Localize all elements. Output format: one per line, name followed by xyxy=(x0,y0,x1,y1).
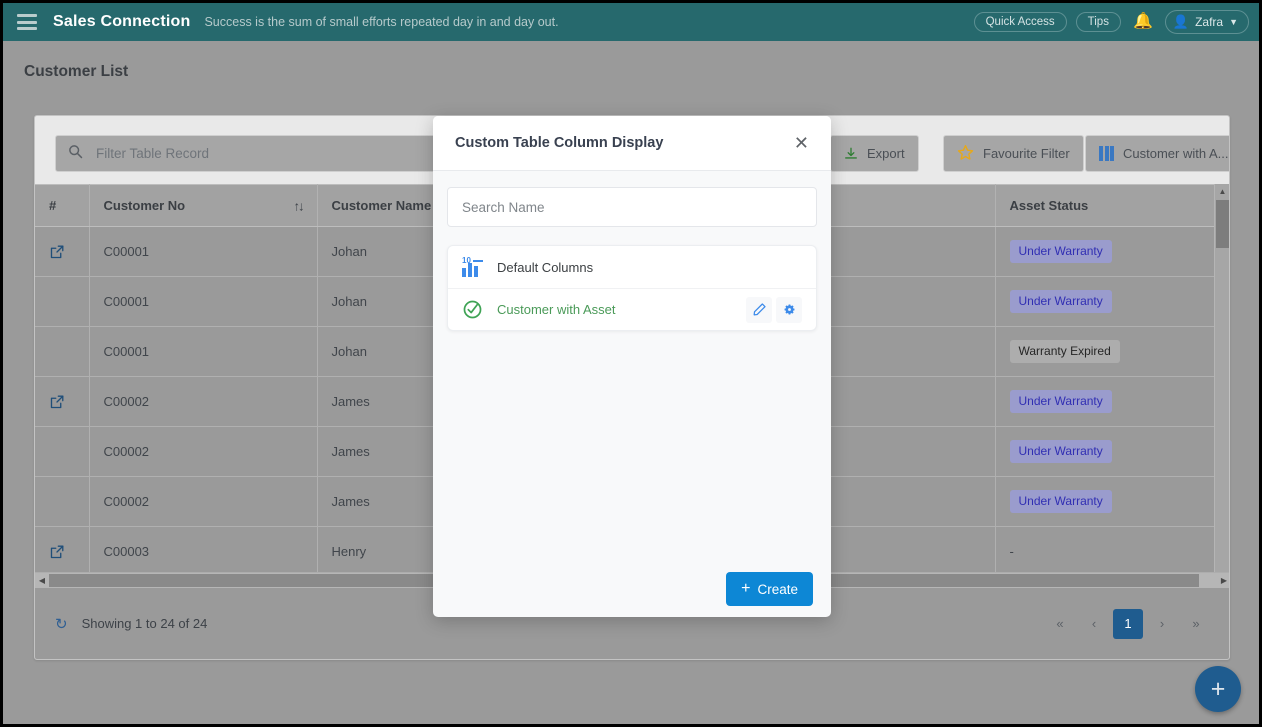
table-vertical-scrollbar[interactable]: ▲ ▼ xyxy=(1214,184,1229,590)
open-external-icon[interactable] xyxy=(49,544,75,560)
search-name-placeholder: Search Name xyxy=(462,199,545,215)
star-icon xyxy=(957,144,974,164)
cell-customer-no: C00001 xyxy=(89,226,318,277)
bar-chart-10-icon: 10 xyxy=(462,256,483,277)
list-item-label: Default Columns xyxy=(497,259,594,275)
refresh-icon[interactable]: ↻ xyxy=(55,615,68,633)
showing-records-label: Showing 1 to 24 of 24 xyxy=(81,616,208,631)
quick-access-button[interactable]: Quick Access xyxy=(973,12,1067,32)
cell-asset-status: Under Warranty xyxy=(995,226,1229,277)
create-button[interactable]: + Create xyxy=(726,572,813,606)
page-title: Customer List xyxy=(24,63,129,80)
columns-icon xyxy=(1099,146,1114,161)
cell-asset-status: Under Warranty xyxy=(995,476,1229,527)
status-badge: Under Warranty xyxy=(1009,390,1112,413)
pager-next[interactable]: › xyxy=(1147,609,1177,639)
cell-customer-no: C00001 xyxy=(89,276,318,327)
favourite-filter-button[interactable]: Favourite Filter xyxy=(943,135,1084,172)
row-open-cell[interactable] xyxy=(35,376,90,427)
open-external-icon[interactable] xyxy=(49,394,75,410)
cell-customer-no: C00002 xyxy=(89,476,318,527)
export-button[interactable]: Export xyxy=(830,135,919,172)
tips-button[interactable]: Tips xyxy=(1075,12,1121,32)
add-record-fab-button[interactable]: + xyxy=(1195,666,1241,712)
cell-asset-status: - xyxy=(995,526,1229,577)
cell-customer-no: C00002 xyxy=(89,376,318,427)
open-external-icon[interactable] xyxy=(49,244,75,260)
col-header-customer-no[interactable]: Customer No ↑↓ xyxy=(89,184,318,227)
status-badge: Under Warranty xyxy=(1009,440,1112,463)
cell-asset-status: Under Warranty xyxy=(995,376,1229,427)
row-open-cell[interactable] xyxy=(35,526,90,577)
user-name-label: Zafra xyxy=(1195,15,1224,29)
export-label: Export xyxy=(867,146,905,161)
edit-icon[interactable] xyxy=(746,296,772,323)
scroll-left-arrow-icon[interactable]: ◀ xyxy=(35,573,49,589)
hamburger-menu-icon[interactable] xyxy=(17,14,37,30)
status-badge: Warranty Expired xyxy=(1009,340,1120,363)
modal-body: Search Name 10 Default Columns Customer … xyxy=(433,171,831,331)
column-display-button[interactable]: Customer with A... xyxy=(1085,135,1229,172)
row-open-cell xyxy=(35,476,90,527)
plus-icon: + xyxy=(1210,674,1226,703)
search-name-input[interactable]: Search Name xyxy=(447,187,817,227)
scroll-right-arrow-icon[interactable]: ▶ xyxy=(1217,573,1229,589)
modal-title: Custom Table Column Display xyxy=(455,135,664,151)
settings-gear-icon[interactable] xyxy=(776,296,802,323)
list-item-default-columns[interactable]: 10 Default Columns xyxy=(448,246,816,288)
app-tagline: Success is the sum of small efforts repe… xyxy=(204,15,559,29)
create-button-label: Create xyxy=(757,581,798,597)
pager-first[interactable]: « xyxy=(1045,609,1075,639)
notification-bell-icon[interactable]: 🔔 xyxy=(1130,14,1156,30)
row-open-cell xyxy=(35,426,90,477)
modal-footer: + Create xyxy=(433,561,831,617)
sort-icon[interactable]: ↑↓ xyxy=(294,198,305,213)
cell-asset-status: Warranty Expired xyxy=(995,326,1229,377)
list-item-customer-with-asset[interactable]: Customer with Asset xyxy=(448,288,816,330)
row-open-cell xyxy=(35,276,90,327)
modal-header: Custom Table Column Display ✕ xyxy=(433,116,831,171)
column-display-label: Customer with A... xyxy=(1123,146,1229,161)
app-root: Sales Connection Success is the sum of s… xyxy=(0,0,1262,727)
plus-icon: + xyxy=(741,580,751,597)
favourite-filter-label: Favourite Filter xyxy=(983,146,1070,161)
pager-last[interactable]: » xyxy=(1181,609,1211,639)
chevron-down-icon: ▼ xyxy=(1229,17,1238,27)
pagination: «‹ 1 ›» xyxy=(1045,608,1211,639)
status-empty: - xyxy=(1009,544,1014,559)
user-menu[interactable]: 👤 Zafra ▼ xyxy=(1164,10,1249,34)
column-preset-list: 10 Default Columns Customer with Asset xyxy=(447,245,817,331)
col-header-customer-no-label: Customer No xyxy=(103,198,186,213)
topbar-actions: Quick Access Tips 🔔 👤 Zafra ▼ xyxy=(973,10,1249,34)
top-navigation-bar: Sales Connection Success is the sum of s… xyxy=(3,3,1259,41)
list-item-label: Customer with Asset xyxy=(497,302,616,317)
filter-placeholder-text: Filter Table Record xyxy=(96,146,210,161)
page-header-bar xyxy=(6,44,1259,89)
status-badge: Under Warranty xyxy=(1009,240,1112,263)
cell-asset-status: Under Warranty xyxy=(995,276,1229,327)
close-icon[interactable]: ✕ xyxy=(794,134,809,152)
vertical-scroll-thumb[interactable] xyxy=(1216,200,1229,248)
cell-customer-no: C00003 xyxy=(89,526,318,577)
status-badge: Under Warranty xyxy=(1009,290,1112,313)
status-badge: Under Warranty xyxy=(1009,490,1112,513)
scroll-up-arrow-icon[interactable]: ▲ xyxy=(1215,184,1229,199)
row-open-cell xyxy=(35,326,90,377)
cell-customer-no: C00002 xyxy=(89,426,318,477)
custom-table-column-display-modal: Custom Table Column Display ✕ Search Nam… xyxy=(433,116,831,617)
row-open-cell[interactable] xyxy=(35,226,90,277)
user-avatar-icon: 👤 xyxy=(1172,14,1190,29)
pager-page-1[interactable]: 1 xyxy=(1113,608,1143,639)
col-header-asset-status[interactable]: Asset Status xyxy=(995,184,1229,227)
export-icon xyxy=(844,147,858,161)
check-circle-icon xyxy=(462,299,483,320)
app-brand-title: Sales Connection xyxy=(53,13,191,30)
pager-prev[interactable]: ‹ xyxy=(1079,609,1109,639)
cell-asset-status: Under Warranty xyxy=(995,426,1229,477)
cell-customer-no: C00001 xyxy=(89,326,318,377)
search-icon xyxy=(68,144,83,163)
list-item-actions xyxy=(746,296,802,323)
col-header-index[interactable]: # xyxy=(35,184,90,227)
